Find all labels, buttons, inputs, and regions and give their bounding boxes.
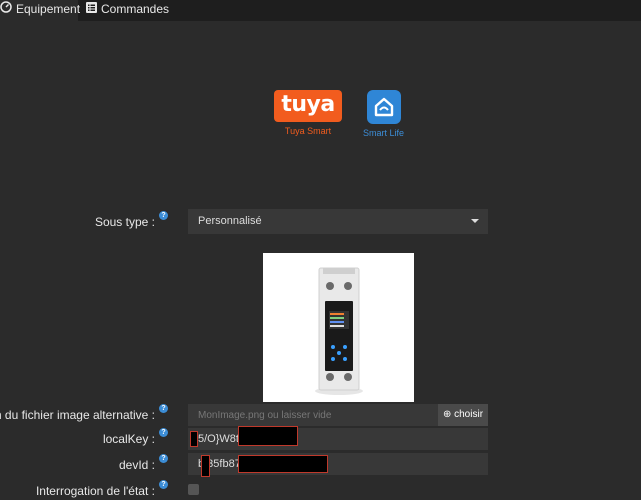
tab-equipement[interactable]: Equipement — [0, 0, 81, 21]
tuya-logo-box: tuya — [274, 90, 342, 122]
choisir-button[interactable]: ⊕ choisir — [438, 404, 488, 426]
redaction-box — [238, 455, 328, 473]
help-icon[interactable]: ? — [159, 404, 168, 413]
chevron-down-icon — [471, 219, 479, 223]
devid-input[interactable]: b 35fb87 — [188, 453, 488, 475]
interrogation-label: Interrogation de l'état : — [35, 484, 155, 498]
image-alt-placeholder: MonImage.png ou laisser vide — [198, 410, 332, 421]
tab-commandes-label: Commandes — [101, 2, 170, 16]
devid-label: devId : — [118, 458, 155, 472]
image-alt-input[interactable]: MonImage.png ou laisser vide ⊕ choisir — [188, 404, 488, 426]
plus-circle-icon: ⊕ — [442, 409, 452, 420]
sous-type-label: Sous type : — [94, 215, 155, 229]
tachometer-icon — [0, 1, 12, 17]
tuya-logo-text: tuya — [281, 92, 335, 117]
sous-type-value: Personnalisé — [198, 215, 262, 227]
choisir-label: choisir — [454, 409, 484, 420]
tab-bar: Equipement Commandes — [0, 0, 641, 21]
interrogation-checkbox[interactable] — [188, 484, 199, 495]
help-icon[interactable]: ? — [159, 480, 168, 489]
device-image — [263, 253, 414, 402]
list-icon — [86, 1, 97, 17]
tuya-smart-label: Tuya Smart — [284, 126, 332, 136]
localkey-label: localKey : — [102, 432, 155, 446]
redaction-box — [201, 455, 210, 477]
redaction-box — [238, 426, 298, 446]
tuya-smart-logo: tuya Tuya Smart — [274, 90, 342, 136]
tab-equipement-label: Equipement — [16, 2, 81, 16]
redaction-box — [190, 431, 198, 447]
help-icon[interactable]: ? — [159, 211, 168, 220]
help-icon[interactable]: ? — [159, 454, 168, 463]
localkey-value: 5/O}W8t( — [198, 433, 243, 445]
tab-commandes[interactable]: Commandes — [80, 0, 170, 21]
help-icon[interactable]: ? — [159, 428, 168, 437]
image-alt-label: Nom du fichier image alternative : — [0, 408, 155, 422]
sous-type-select[interactable]: Personnalisé — [188, 209, 488, 234]
localkey-input[interactable]: 5/O}W8t( — [188, 428, 488, 450]
smart-life-logo: Smart Life — [363, 90, 404, 138]
din-rail-meter-picture — [315, 267, 363, 395]
smart-life-label: Smart Life — [363, 128, 405, 138]
smart-life-house-icon — [366, 90, 401, 124]
